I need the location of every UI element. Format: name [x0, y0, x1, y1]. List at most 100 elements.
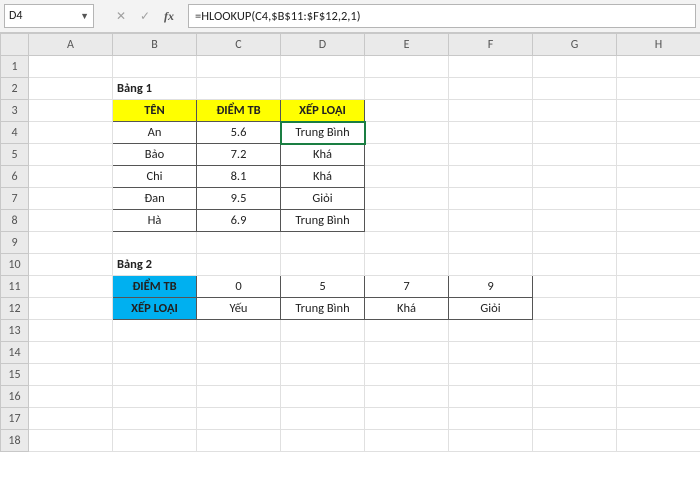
cell-A6[interactable]	[29, 166, 113, 188]
cell-H3[interactable]	[617, 100, 700, 122]
col-header-A[interactable]: A	[29, 34, 113, 56]
chevron-down-icon[interactable]: ▼	[80, 11, 89, 22]
spreadsheet-grid[interactable]: A B C D E F G H 1 2 Bảng 1 3 TÊN ĐIỂM TB…	[0, 33, 700, 452]
col-header-H[interactable]: H	[617, 34, 700, 56]
cell-B6[interactable]: Chi	[113, 166, 197, 188]
cell-C15[interactable]	[197, 364, 281, 386]
cell-A7[interactable]	[29, 188, 113, 210]
col-header-D[interactable]: D	[281, 34, 365, 56]
cell-H9[interactable]	[617, 232, 700, 254]
cell-A9[interactable]	[29, 232, 113, 254]
cell-B15[interactable]	[113, 364, 197, 386]
cell-F9[interactable]	[449, 232, 533, 254]
cell-B3[interactable]: TÊN	[113, 100, 197, 122]
cell-E12[interactable]: Khá	[365, 298, 449, 320]
cell-D11[interactable]: 5	[281, 276, 365, 298]
cell-A14[interactable]	[29, 342, 113, 364]
cell-D16[interactable]	[281, 386, 365, 408]
cell-G9[interactable]	[533, 232, 617, 254]
cell-D6[interactable]: Khá	[281, 166, 365, 188]
cell-F13[interactable]	[449, 320, 533, 342]
cell-E18[interactable]	[365, 430, 449, 452]
row-header-3[interactable]: 3	[1, 100, 29, 122]
cell-H6[interactable]	[617, 166, 700, 188]
cell-D2[interactable]	[281, 78, 365, 100]
cell-D15[interactable]	[281, 364, 365, 386]
cell-A8[interactable]	[29, 210, 113, 232]
cell-D3[interactable]: XẾP LOẠI	[281, 100, 365, 122]
cell-A15[interactable]	[29, 364, 113, 386]
cell-F10[interactable]	[449, 254, 533, 276]
cell-F2[interactable]	[449, 78, 533, 100]
col-header-G[interactable]: G	[533, 34, 617, 56]
cell-C17[interactable]	[197, 408, 281, 430]
cell-G15[interactable]	[533, 364, 617, 386]
cell-H11[interactable]	[617, 276, 700, 298]
cell-B13[interactable]	[113, 320, 197, 342]
cell-E2[interactable]	[365, 78, 449, 100]
cell-D5[interactable]: Khá	[281, 144, 365, 166]
cell-A12[interactable]	[29, 298, 113, 320]
cell-F16[interactable]	[449, 386, 533, 408]
cell-H16[interactable]	[617, 386, 700, 408]
row-header-12[interactable]: 12	[1, 298, 29, 320]
cell-B5[interactable]: Bảo	[113, 144, 197, 166]
cell-G3[interactable]	[533, 100, 617, 122]
cell-A4[interactable]	[29, 122, 113, 144]
cell-E9[interactable]	[365, 232, 449, 254]
cell-A17[interactable]	[29, 408, 113, 430]
cell-F17[interactable]	[449, 408, 533, 430]
row-header-15[interactable]: 15	[1, 364, 29, 386]
row-header-2[interactable]: 2	[1, 78, 29, 100]
cell-C12[interactable]: Yếu	[197, 298, 281, 320]
cell-G14[interactable]	[533, 342, 617, 364]
cell-C5[interactable]: 7.2	[197, 144, 281, 166]
col-header-F[interactable]: F	[449, 34, 533, 56]
cell-G16[interactable]	[533, 386, 617, 408]
select-all-corner[interactable]	[1, 34, 29, 56]
cell-C18[interactable]	[197, 430, 281, 452]
cell-B9[interactable]	[113, 232, 197, 254]
cell-E4[interactable]	[365, 122, 449, 144]
cell-D1[interactable]	[281, 56, 365, 78]
cell-F18[interactable]	[449, 430, 533, 452]
cell-C13[interactable]	[197, 320, 281, 342]
cell-E17[interactable]	[365, 408, 449, 430]
cell-A3[interactable]	[29, 100, 113, 122]
cell-B11[interactable]: ĐIỂM TB	[113, 276, 197, 298]
row-header-14[interactable]: 14	[1, 342, 29, 364]
cell-F6[interactable]	[449, 166, 533, 188]
cell-E7[interactable]	[365, 188, 449, 210]
cell-B7[interactable]: Đan	[113, 188, 197, 210]
cell-H17[interactable]	[617, 408, 700, 430]
cell-H14[interactable]	[617, 342, 700, 364]
cell-B8[interactable]: Hà	[113, 210, 197, 232]
cell-A18[interactable]	[29, 430, 113, 452]
cell-G7[interactable]	[533, 188, 617, 210]
cell-F7[interactable]	[449, 188, 533, 210]
cell-A1[interactable]	[29, 56, 113, 78]
cell-G6[interactable]	[533, 166, 617, 188]
cell-D8[interactable]: Trung Bình	[281, 210, 365, 232]
row-header-8[interactable]: 8	[1, 210, 29, 232]
cell-H7[interactable]	[617, 188, 700, 210]
cell-H18[interactable]	[617, 430, 700, 452]
cell-A5[interactable]	[29, 144, 113, 166]
cell-E11[interactable]: 7	[365, 276, 449, 298]
cell-B17[interactable]	[113, 408, 197, 430]
cell-G10[interactable]	[533, 254, 617, 276]
cell-G1[interactable]	[533, 56, 617, 78]
cell-H5[interactable]	[617, 144, 700, 166]
cell-G2[interactable]	[533, 78, 617, 100]
cell-C2[interactable]	[197, 78, 281, 100]
cell-E1[interactable]	[365, 56, 449, 78]
cell-G17[interactable]	[533, 408, 617, 430]
cell-E6[interactable]	[365, 166, 449, 188]
cell-C9[interactable]	[197, 232, 281, 254]
col-header-E[interactable]: E	[365, 34, 449, 56]
cell-H13[interactable]	[617, 320, 700, 342]
cell-G18[interactable]	[533, 430, 617, 452]
cell-C8[interactable]: 6.9	[197, 210, 281, 232]
cell-C10[interactable]	[197, 254, 281, 276]
row-header-7[interactable]: 7	[1, 188, 29, 210]
